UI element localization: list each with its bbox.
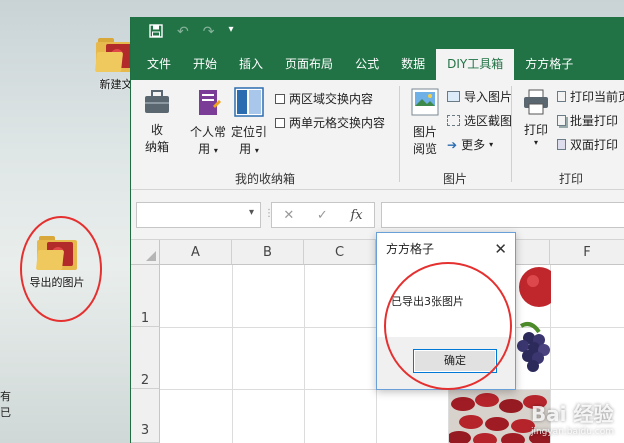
chevron-down-icon: ▾	[489, 140, 494, 149]
formula-input[interactable]	[381, 202, 624, 228]
region-screenshot-button[interactable]: 选区截图	[447, 112, 512, 129]
swap-region-label: 两区域交换内容	[289, 92, 374, 106]
column-header-b[interactable]: B	[232, 240, 304, 265]
row-header-1[interactable]: 1	[131, 265, 160, 327]
tab-page-layout[interactable]: 页面布局	[274, 49, 344, 80]
chevron-down-icon: ▾	[254, 146, 259, 155]
column-header-f[interactable]: F	[550, 240, 624, 265]
tab-diy-toolbox[interactable]: DIY工具箱	[436, 49, 515, 80]
import-picture-label: 导入图片	[464, 90, 513, 104]
confirm-icon[interactable]: ✓	[317, 208, 328, 223]
duplex-print-label: 双面打印	[570, 138, 619, 152]
duplex-print-button[interactable]: 双面打印	[557, 136, 618, 153]
grid-line	[304, 265, 305, 443]
print-button[interactable]: 打印 ▾	[519, 88, 553, 147]
chevron-down-icon: ▾	[248, 207, 254, 218]
picture-icon	[409, 86, 441, 121]
more-label: 更多	[461, 138, 486, 152]
group-divider	[511, 86, 512, 182]
chevron-down-icon: ▾	[213, 146, 218, 155]
annotation-circle-dialog	[384, 262, 512, 390]
tab-insert[interactable]: 插入	[228, 49, 274, 80]
region-screenshot-label: 选区截图	[464, 114, 513, 128]
row-header-2[interactable]: 2	[131, 327, 160, 389]
printer-icon	[519, 88, 553, 119]
ribbon: 收 纳箱 个人常 用 ▾ 定位引 用 ▾ 两区域交换内容 两单元格交换内容 我的…	[131, 80, 624, 190]
pages-icon	[557, 115, 566, 126]
arrow-right-icon: ➔	[447, 137, 458, 152]
desktop-edge-text-2: 已	[0, 406, 11, 419]
formula-buttons: ✕ ✓ fx	[271, 202, 375, 228]
column-header-c[interactable]: C	[304, 240, 376, 265]
watermark: Bai 经验 jingyan.baidu.com	[531, 398, 614, 437]
picture-view-button[interactable]: 图片 阅览	[409, 86, 441, 157]
personal-common-label-2: 用 ▾	[198, 142, 218, 156]
duplex-icon	[557, 139, 566, 150]
group-label-print: 打印	[559, 172, 584, 186]
checkbox-icon	[275, 93, 285, 104]
watermark-sub: jingyan.baidu.com	[530, 427, 614, 437]
tab-file[interactable]: 文件	[131, 49, 182, 80]
import-picture-button[interactable]: 导入图片	[447, 88, 512, 105]
receive-box-label-1: 收	[150, 123, 163, 137]
group-label-my-box: 我的收纳箱	[235, 172, 296, 186]
more-button[interactable]: ➔ 更多 ▾	[447, 136, 493, 153]
tab-formulas[interactable]: 公式	[344, 49, 390, 80]
locate-ref-label-2: 用 ▾	[239, 142, 259, 156]
grid-line	[232, 265, 233, 443]
group-label-picture: 图片	[443, 172, 468, 186]
annotation-circle-folder	[20, 216, 102, 322]
title-bar: ↶ ↷ ▾	[131, 17, 624, 49]
cancel-icon[interactable]: ✕	[283, 208, 294, 223]
desktop-edge-text-1: 有	[0, 390, 11, 403]
print-current-page-button[interactable]: 打印当前页	[557, 88, 624, 105]
locate-ref-label-1: 定位引	[231, 125, 268, 139]
apple-picture[interactable]	[517, 265, 551, 315]
import-picture-icon	[447, 91, 460, 102]
screenshot-icon	[447, 115, 460, 126]
swap-cell-label: 两单元格交换内容	[289, 116, 386, 130]
page-icon	[557, 91, 566, 102]
print-label: 打印	[523, 123, 548, 137]
tab-fangfang-gezi[interactable]: 方方格子	[514, 49, 584, 80]
checkbox-icon	[275, 117, 285, 128]
insert-function-icon[interactable]: fx	[350, 208, 362, 223]
personal-common-button[interactable]: 个人常 用 ▾	[187, 88, 229, 157]
swap-cell-option[interactable]: 两单元格交换内容	[275, 114, 385, 131]
locate-reference-button[interactable]: 定位引 用 ▾	[231, 86, 267, 157]
dialog-title-bar: 方方格子 ✕	[377, 233, 515, 265]
undo-icon[interactable]: ↶	[177, 24, 189, 42]
batch-print-label: 批量打印	[570, 114, 619, 128]
picture-view-label-2: 阅览	[412, 142, 437, 156]
receive-box-button[interactable]: 收 纳箱	[139, 88, 175, 155]
batch-print-button[interactable]: 批量打印	[557, 112, 618, 129]
briefcase-icon	[139, 88, 175, 119]
name-box[interactable]: ▾	[136, 202, 261, 228]
ribbon-tabs: 文件 开始 插入 页面布局 公式 数据 DIY工具箱 方方格子	[131, 49, 624, 80]
picture-view-label-1: 图片	[412, 125, 437, 139]
close-icon[interactable]: ✕	[494, 233, 507, 265]
receive-box-label-2: 纳箱	[144, 140, 169, 154]
group-divider	[399, 86, 400, 182]
tab-home[interactable]: 开始	[182, 49, 228, 80]
watermark-main: Bai 经验	[530, 402, 614, 426]
column-header-a[interactable]: A	[160, 240, 232, 265]
tab-data[interactable]: 数据	[390, 49, 436, 80]
swap-region-option[interactable]: 两区域交换内容	[275, 90, 373, 107]
dialog-title: 方方格子	[386, 242, 435, 256]
chevron-down-icon: ▾	[533, 138, 538, 147]
row-header-3[interactable]: 3	[131, 389, 160, 443]
save-icon[interactable]	[149, 24, 163, 42]
quick-access-toolbar: ↶ ↷ ▾	[149, 24, 234, 42]
notebook-icon	[187, 88, 229, 121]
print-current-page-label: 打印当前页	[570, 90, 624, 104]
customize-qat-icon[interactable]: ▾	[228, 24, 233, 42]
select-all-button[interactable]	[131, 240, 160, 265]
locate-icon	[231, 86, 267, 121]
personal-common-label-1: 个人常	[189, 125, 226, 139]
redo-icon[interactable]: ↷	[203, 24, 215, 42]
